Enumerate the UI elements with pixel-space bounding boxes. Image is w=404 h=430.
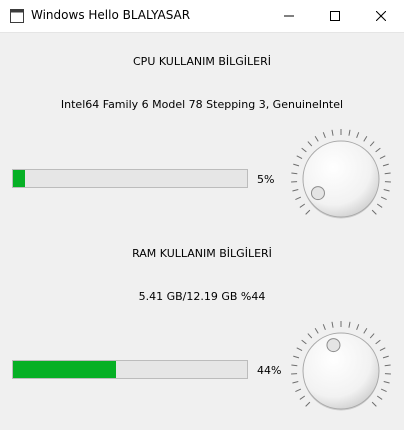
dial-indicator xyxy=(310,186,325,201)
dial-tick xyxy=(382,163,389,167)
dial-tick xyxy=(383,381,390,384)
dial-tick xyxy=(296,347,303,351)
dial-tick xyxy=(299,203,306,208)
window-icon xyxy=(10,9,24,23)
dial-tick xyxy=(369,333,375,339)
ram-usage-label: 44% xyxy=(257,364,282,377)
dial-tick xyxy=(363,135,368,142)
ram-progress-bar xyxy=(12,360,248,379)
dial-tick xyxy=(382,355,389,359)
dial-tick xyxy=(331,129,334,136)
dial-tick xyxy=(291,172,298,175)
dial-tick xyxy=(356,324,360,331)
dial-tick xyxy=(379,347,386,351)
dial-indicator xyxy=(326,338,341,353)
dial-tick xyxy=(376,203,383,208)
dial-tick xyxy=(299,395,306,400)
dial-tick xyxy=(295,388,302,392)
dial-tick xyxy=(291,364,298,367)
maximize-icon xyxy=(330,11,340,21)
window-title: Windows Hello BLALYASAR xyxy=(31,8,191,22)
dial-tick xyxy=(384,172,391,175)
dial-tick xyxy=(301,339,307,345)
close-icon xyxy=(376,11,386,21)
dial-tick xyxy=(292,381,299,384)
dial-tick xyxy=(383,189,390,192)
dial-tick xyxy=(384,364,391,367)
dial-tick xyxy=(371,401,377,407)
dial-tick xyxy=(376,395,383,400)
cpu-heading: CPU KULLANIM BİLGİLERİ xyxy=(133,55,271,68)
dial-tick xyxy=(375,339,381,345)
dial-tick xyxy=(293,163,300,167)
dial-tick xyxy=(331,321,334,328)
dial-tick xyxy=(314,327,319,334)
dial-tick xyxy=(314,135,319,142)
dial-tick xyxy=(375,147,381,153)
minimize-button[interactable] xyxy=(266,0,312,32)
dial-tick xyxy=(292,189,299,192)
dial-tick xyxy=(356,132,360,139)
dial-tick xyxy=(369,141,375,147)
dial-tick xyxy=(363,327,368,334)
maximize-button[interactable] xyxy=(312,0,358,32)
cpu-dial[interactable] xyxy=(290,128,392,230)
dial-tick xyxy=(295,196,302,200)
dial-knob xyxy=(302,332,380,410)
cpu-processor-info: Intel64 Family 6 Model 78 Stepping 3, Ge… xyxy=(60,98,344,111)
dial-tick xyxy=(307,333,313,339)
dial-tick xyxy=(371,209,377,215)
dial-tick xyxy=(380,388,387,392)
cpu-progress-fill xyxy=(13,170,25,187)
dial-tick xyxy=(322,324,326,331)
ram-dial[interactable] xyxy=(290,320,392,422)
dial-tick xyxy=(293,355,300,359)
ram-progress-fill xyxy=(13,361,116,378)
cpu-usage-label: 5% xyxy=(257,173,275,186)
dial-tick xyxy=(380,196,387,200)
title-bar: Windows Hello BLALYASAR xyxy=(0,0,404,33)
dial-tick xyxy=(307,141,313,147)
ram-heading: RAM KULLANIM BİLGİLERİ xyxy=(132,247,272,260)
dial-tick xyxy=(379,155,386,159)
dial-tick xyxy=(301,147,307,153)
dial-tick xyxy=(348,321,351,328)
dial-tick xyxy=(305,401,311,407)
cpu-progress-bar xyxy=(12,169,248,188)
close-button[interactable] xyxy=(358,0,404,32)
dial-tick xyxy=(322,132,326,139)
dial-tick xyxy=(296,155,303,159)
dial-tick xyxy=(348,129,351,136)
dial-tick xyxy=(305,209,311,215)
dial-knob xyxy=(302,140,380,218)
ram-usage-detail: 5.41 GB/12.19 GB %44 xyxy=(138,290,266,303)
minimize-icon xyxy=(284,11,294,21)
